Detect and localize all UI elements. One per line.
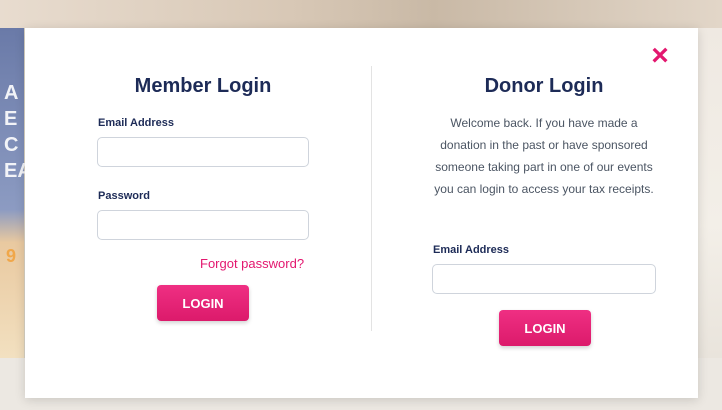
donor-email-label: Email Address bbox=[433, 244, 510, 256]
member-password-input[interactable] bbox=[97, 210, 309, 240]
background-left-text: A E C EA bbox=[4, 80, 32, 184]
background-glyph: E bbox=[4, 108, 18, 130]
member-email-input[interactable] bbox=[97, 137, 309, 167]
member-password-label: Password bbox=[98, 190, 150, 202]
modal-divider bbox=[371, 66, 372, 331]
donor-login-title: Donor Login bbox=[484, 75, 604, 97]
member-login-button[interactable]: LOGIN bbox=[157, 285, 249, 321]
donor-login-button[interactable]: LOGIN bbox=[499, 310, 591, 346]
donor-login-description: Welcome back. If you have made a donatio… bbox=[434, 116, 654, 196]
forgot-password-link[interactable]: Forgot password? bbox=[200, 256, 304, 271]
background-glyph: EA bbox=[4, 160, 32, 182]
background-header bbox=[0, 0, 722, 28]
background-glyph: C bbox=[4, 134, 19, 156]
background-orange-glyph: 9 bbox=[6, 246, 17, 266]
donor-email-input[interactable] bbox=[432, 264, 656, 294]
close-icon[interactable]: × bbox=[647, 41, 673, 71]
background-left-panel bbox=[0, 28, 24, 358]
member-email-label: Email Address bbox=[98, 117, 175, 129]
background-glyph: A bbox=[4, 82, 19, 104]
background-right-panel bbox=[698, 28, 722, 358]
member-login-title: Member Login bbox=[134, 75, 272, 97]
